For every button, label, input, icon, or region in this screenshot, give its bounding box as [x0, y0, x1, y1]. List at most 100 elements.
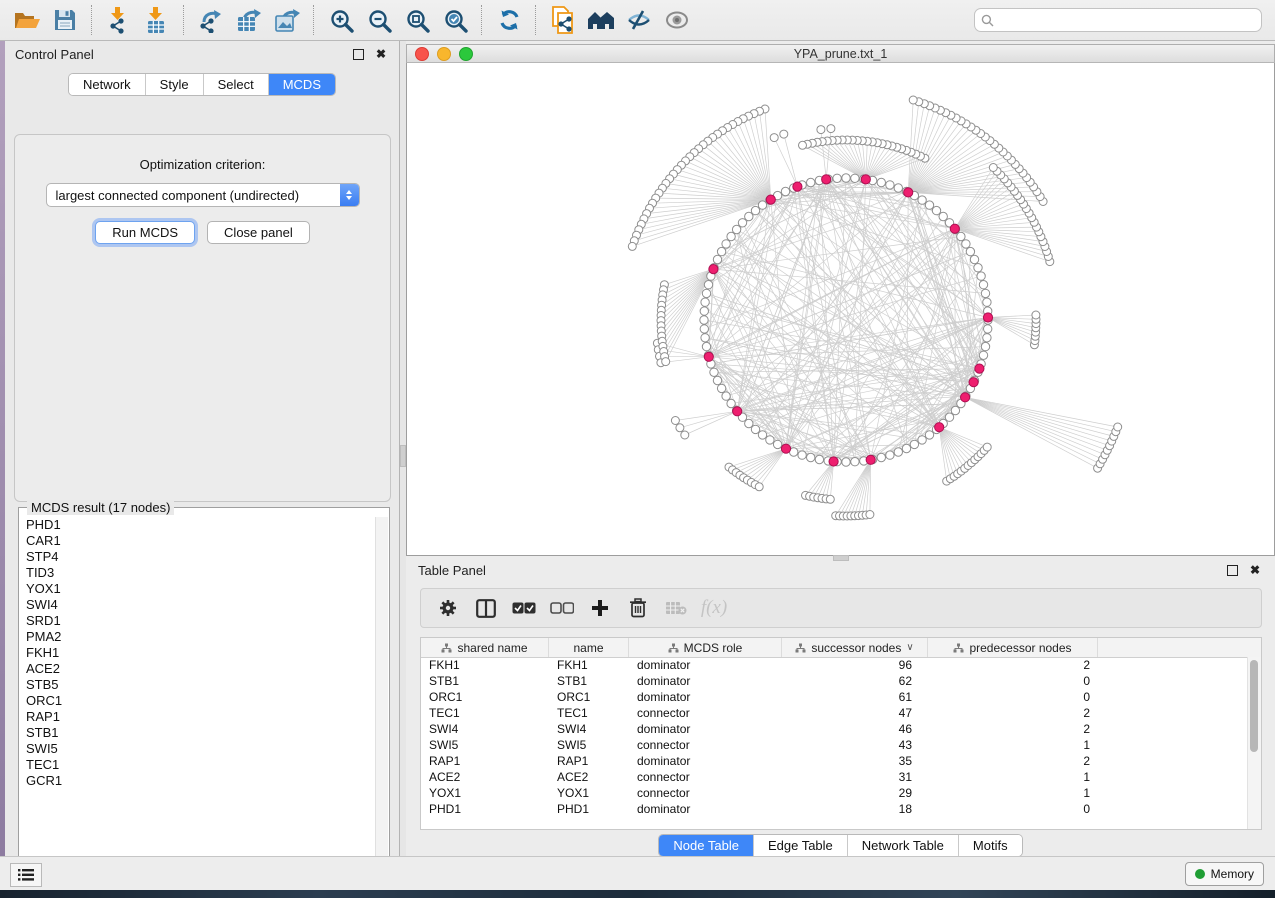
tab-node-table[interactable]: Node Table: [659, 835, 754, 856]
column-header-mcds-role[interactable]: MCDS role: [629, 638, 782, 657]
cell-shared-name: TEC1: [421, 705, 549, 721]
cell-predecessor-nodes: 2: [928, 705, 1098, 721]
tab-select[interactable]: Select: [204, 74, 269, 95]
houses-icon: [587, 9, 615, 31]
tab-network-table[interactable]: Network Table: [848, 835, 959, 856]
table-row-orc1[interactable]: ORC1ORC1dominator610: [421, 689, 1248, 705]
eye-slash-button[interactable]: [620, 3, 658, 37]
mcds-result-scrollbar[interactable]: [375, 517, 388, 879]
search-input[interactable]: [999, 12, 1255, 28]
houses-button[interactable]: [582, 3, 620, 37]
table-row-ace2[interactable]: ACE2ACE2connector311: [421, 769, 1248, 785]
table-toolbar-icons: [431, 593, 693, 623]
table-scrollbar-thumb[interactable]: [1250, 660, 1258, 752]
mcds-result-item[interactable]: RAP1: [20, 709, 376, 725]
select-all-checkboxes-icon: [512, 602, 536, 614]
table-scrollbar[interactable]: [1247, 657, 1261, 829]
share-document-button[interactable]: [544, 3, 582, 37]
optimization-criterion-select[interactable]: largest connected component (undirected): [46, 183, 360, 207]
share-document-icon: [551, 6, 576, 34]
open-session-icon: [14, 8, 41, 32]
tab-motifs[interactable]: Motifs: [959, 835, 1022, 856]
mcds-result-item[interactable]: STB1: [20, 725, 376, 741]
delete-row-icon: [629, 598, 647, 618]
column-header-name[interactable]: name: [549, 638, 629, 657]
tab-style[interactable]: Style: [146, 74, 204, 95]
column-header-predecessor-nodes[interactable]: predecessor nodes: [928, 638, 1098, 657]
column-header-shared-name[interactable]: shared name: [421, 638, 549, 657]
column-label: name: [573, 641, 603, 655]
network-canvas[interactable]: [406, 63, 1275, 556]
mcds-result-item[interactable]: GCR1: [20, 773, 376, 789]
export-network-button[interactable]: [192, 3, 230, 37]
table-row-rap1[interactable]: RAP1RAP1dominator352: [421, 753, 1248, 769]
mcds-result-item[interactable]: SWI4: [20, 597, 376, 613]
settings-gear-button[interactable]: [431, 593, 465, 623]
mcds-tab-content: Optimization criterion: largest connecte…: [14, 134, 391, 502]
cell-successor-nodes: 35: [782, 753, 928, 769]
float-table-panel-button[interactable]: [1224, 562, 1240, 578]
mcds-result-item[interactable]: STB5: [20, 677, 376, 693]
mcds-result-item[interactable]: FKH1: [20, 645, 376, 661]
zoom-selected-button[interactable]: [436, 3, 474, 37]
column-header-successor-nodes[interactable]: successor nodes∨: [782, 638, 928, 657]
table-row-yox1[interactable]: YOX1YOX1connector291: [421, 785, 1248, 801]
cell-name: RAP1: [549, 753, 629, 769]
import-table-button[interactable]: [138, 3, 176, 37]
cell-mcds-role: connector: [629, 769, 782, 785]
mcds-result-item[interactable]: ACE2: [20, 661, 376, 677]
add-row-button[interactable]: [583, 593, 617, 623]
table-row-phd1[interactable]: PHD1PHD1dominator180: [421, 801, 1248, 817]
run-mcds-button[interactable]: Run MCDS: [95, 221, 195, 244]
cell-successor-nodes: 47: [782, 705, 928, 721]
horizontal-splitter-handle[interactable]: [833, 555, 849, 561]
table-row-fkh1[interactable]: FKH1FKH1dominator962: [421, 657, 1248, 673]
import-network-button[interactable]: [100, 3, 138, 37]
tab-network[interactable]: Network: [69, 74, 146, 95]
delete-table-icon: [665, 601, 687, 615]
cell-predecessor-nodes: 0: [928, 673, 1098, 689]
mcds-result-item[interactable]: ORC1: [20, 693, 376, 709]
cell-mcds-role: dominator: [629, 721, 782, 737]
mcds-result-item[interactable]: SRD1: [20, 613, 376, 629]
table-row-tec1[interactable]: TEC1TEC1connector472: [421, 705, 1248, 721]
show-columns-button[interactable]: [469, 593, 503, 623]
table-row-swi5[interactable]: SWI5SWI5connector431: [421, 737, 1248, 753]
table-panel: Table Panel ✖ f(x) shared namenameMCDS r…: [406, 557, 1275, 856]
table-tabbar: Node TableEdge TableNetwork TableMotifs: [658, 834, 1022, 857]
mcds-result-item[interactable]: STP4: [20, 549, 376, 565]
column-type-icon: [668, 643, 679, 653]
save-session-button[interactable]: [46, 3, 84, 37]
float-panel-button[interactable]: [350, 46, 366, 62]
show-columns-icon: [476, 599, 496, 618]
deselect-all-checkboxes-button[interactable]: [545, 593, 579, 623]
select-all-checkboxes-button[interactable]: [507, 593, 541, 623]
memory-button[interactable]: Memory: [1185, 862, 1264, 886]
table-row-swi4[interactable]: SWI4SWI4dominator462: [421, 721, 1248, 737]
open-session-button[interactable]: [8, 3, 46, 37]
zoom-in-button[interactable]: [322, 3, 360, 37]
mcds-result-item[interactable]: PHD1: [20, 517, 376, 533]
mcds-result-item[interactable]: PMA2: [20, 629, 376, 645]
tab-edge-table[interactable]: Edge Table: [754, 835, 848, 856]
panel-menu-button[interactable]: [10, 863, 42, 887]
mcds-result-item[interactable]: TID3: [20, 565, 376, 581]
export-image-button[interactable]: [268, 3, 306, 37]
mcds-result-item[interactable]: CAR1: [20, 533, 376, 549]
mcds-result-item[interactable]: TEC1: [20, 757, 376, 773]
cell-name: SWI4: [549, 721, 629, 737]
close-panel-action-button[interactable]: Close panel: [207, 221, 310, 244]
mcds-result-item[interactable]: SWI5: [20, 741, 376, 757]
mcds-result-item[interactable]: YOX1: [20, 581, 376, 597]
export-table-button[interactable]: [230, 3, 268, 37]
table-row-stb1[interactable]: STB1STB1dominator620: [421, 673, 1248, 689]
close-table-panel-button[interactable]: ✖: [1247, 562, 1263, 578]
cell-shared-name: YOX1: [421, 785, 549, 801]
delete-row-button[interactable]: [621, 593, 655, 623]
tab-mcds[interactable]: MCDS: [269, 74, 335, 95]
refresh-button[interactable]: [490, 3, 528, 37]
eye-button[interactable]: [658, 3, 696, 37]
zoom-fit-button[interactable]: [398, 3, 436, 37]
zoom-out-button[interactable]: [360, 3, 398, 37]
close-panel-button[interactable]: ✖: [373, 46, 389, 62]
